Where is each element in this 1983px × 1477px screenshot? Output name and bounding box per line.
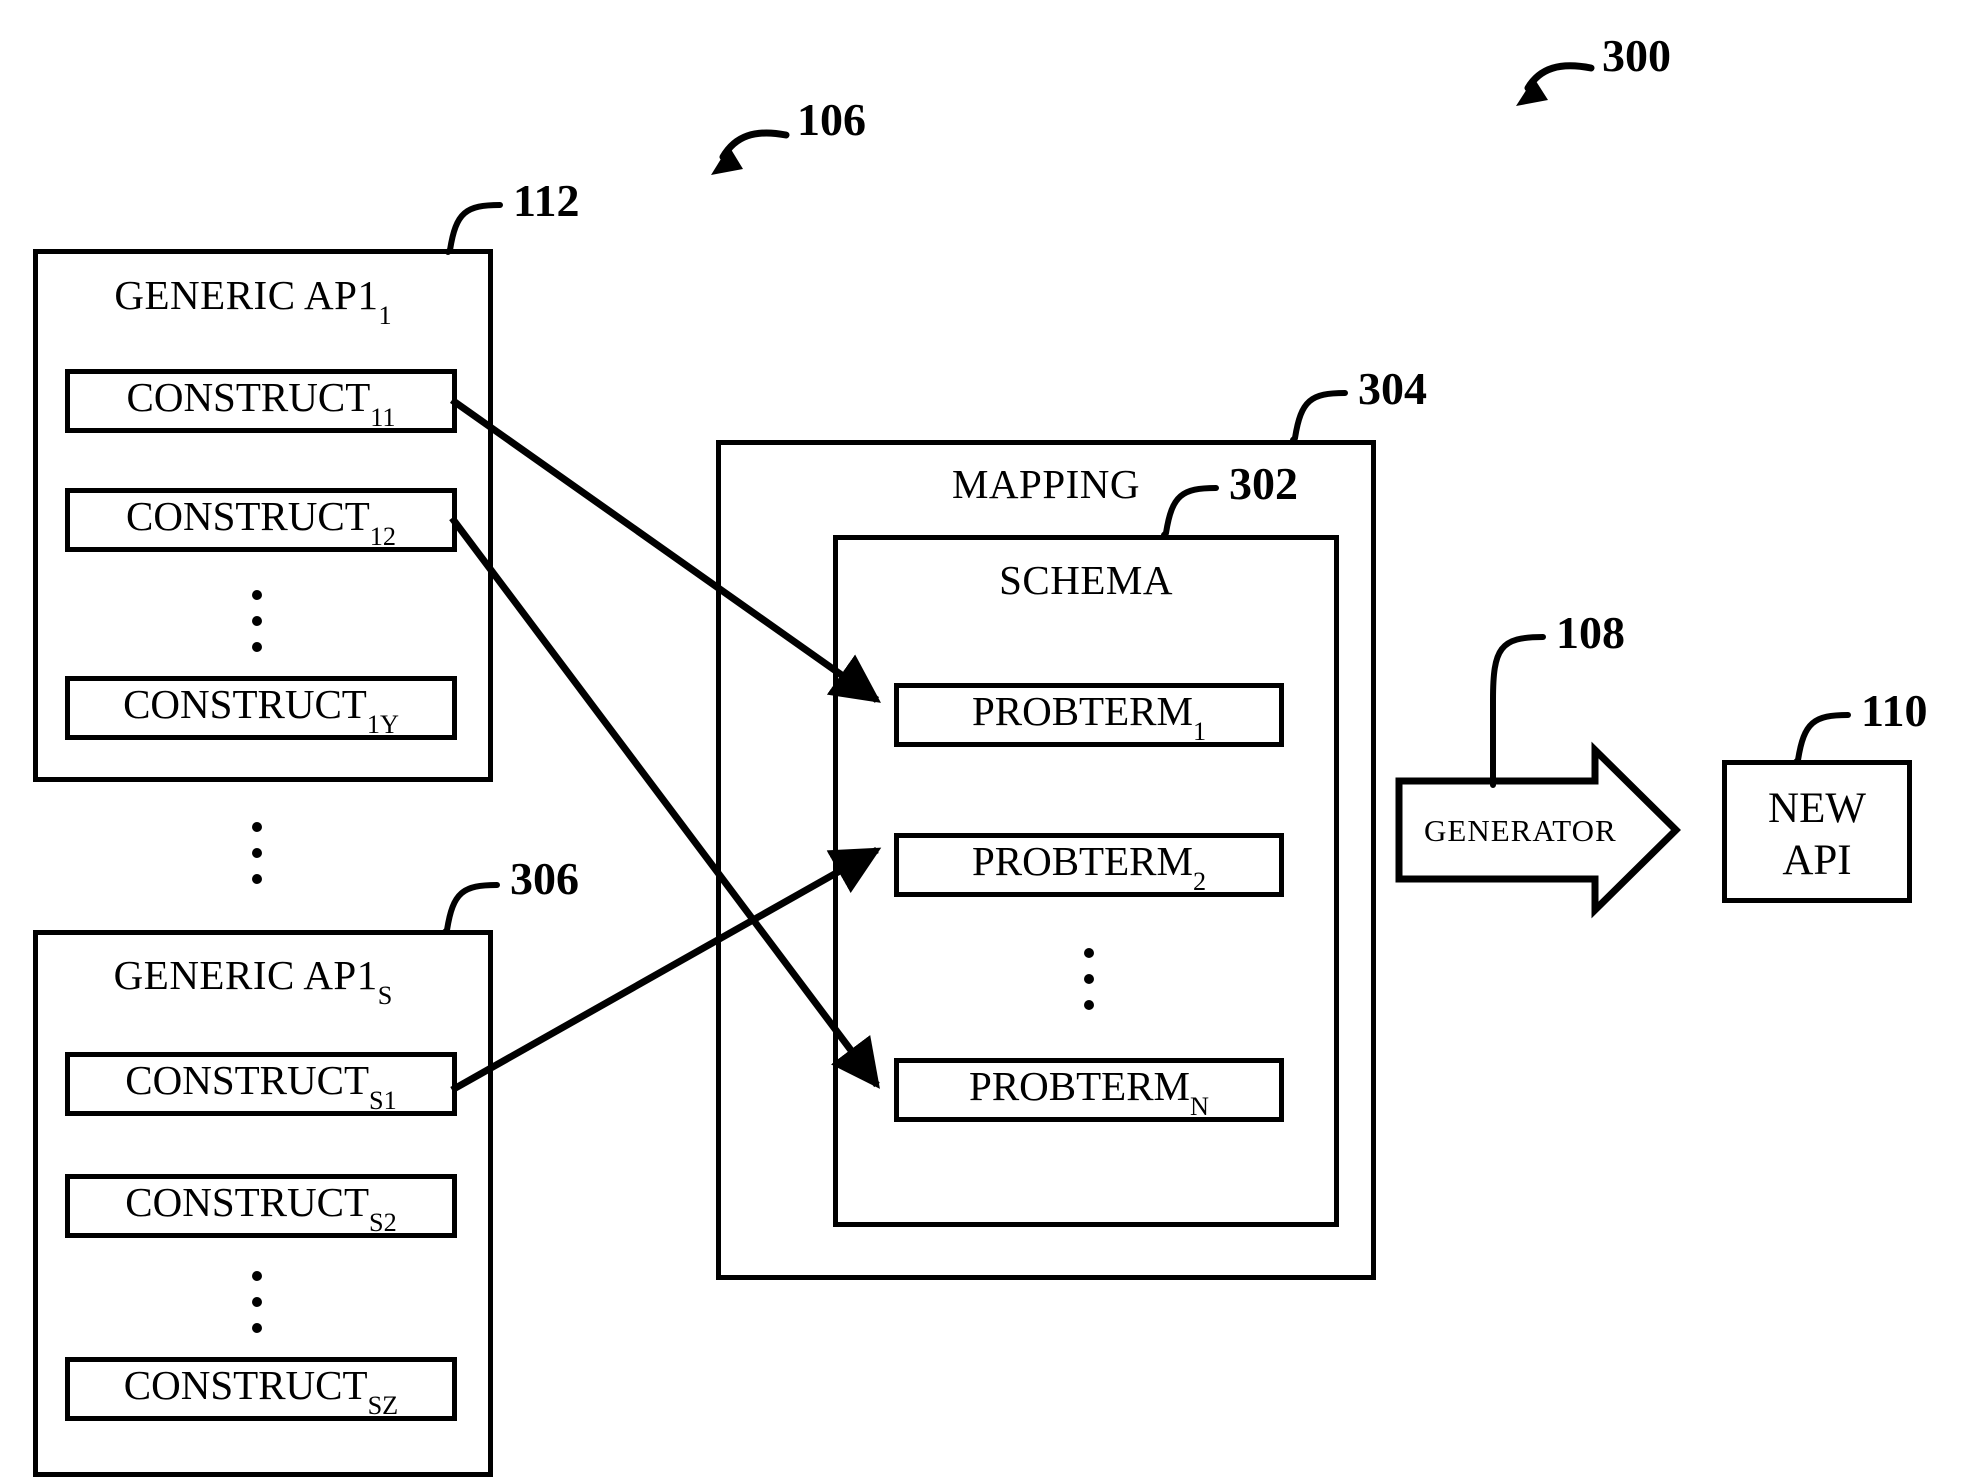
construct-S2-label: CONSTRUCTS2 — [125, 1178, 397, 1238]
leader-304 — [1290, 390, 1348, 443]
new-api-line-2: API — [1782, 837, 1852, 885]
construct-SZ-box[interactable]: CONSTRUCTSZ — [65, 1357, 457, 1421]
probterm-N-label: PROBTERMN — [969, 1062, 1209, 1122]
ref-304: 304 — [1358, 363, 1427, 414]
ref-112: 112 — [513, 175, 580, 226]
construct-12-label: CONSTRUCT12 — [126, 492, 396, 552]
construct-11-box[interactable]: CONSTRUCT11 — [65, 369, 457, 433]
schema-title: SCHEMA — [999, 557, 1173, 603]
construct-ellipsis-api1 — [252, 590, 262, 652]
generic-api-s-title-text: GENERIC AP1 — [113, 952, 378, 998]
construct-S1-label: CONSTRUCTS1 — [125, 1056, 397, 1116]
probterm-2-box[interactable]: PROBTERM2 — [894, 833, 1284, 897]
mapping-title: MAPPING — [951, 461, 1141, 507]
ref-106: 106 — [797, 94, 866, 145]
generic-api-s-title: GENERIC AP1S — [33, 952, 473, 1010]
generator-label: GENERATOR — [1424, 813, 1617, 848]
construct-1Y-label: CONSTRUCT1Y — [123, 680, 399, 740]
construct-11-label: CONSTRUCT11 — [126, 373, 396, 433]
leader-112 — [445, 202, 503, 255]
generic-api-1-title-subscript: 1 — [378, 301, 392, 331]
construct-12-box[interactable]: CONSTRUCT12 — [65, 488, 457, 552]
construct-SZ-label: CONSTRUCTSZ — [123, 1361, 399, 1421]
construct-S2-box[interactable]: CONSTRUCTS2 — [65, 1174, 457, 1238]
ref-110: 110 — [1861, 685, 1928, 736]
probterm-ellipsis — [1084, 948, 1094, 1010]
ref-306: 306 — [510, 853, 579, 904]
probterm-1-box[interactable]: PROBTERM1 — [894, 683, 1284, 747]
leader-108 — [1490, 634, 1546, 788]
ref-300: 300 — [1602, 30, 1671, 81]
probterm-1-label: PROBTERM1 — [971, 687, 1207, 747]
construct-ellipsis-apiS — [252, 1271, 262, 1333]
patent-figure-300: 300 106 112 306 304 302 108 110 GENERIC … — [0, 0, 1983, 1477]
leader-300 — [1516, 62, 1595, 106]
generic-api-s-title-subscript: S — [377, 981, 393, 1011]
ref-108: 108 — [1556, 607, 1625, 658]
generic-api-1-title-text: GENERIC AP1 — [114, 272, 379, 318]
leader-306 — [442, 882, 500, 935]
probterm-N-box[interactable]: PROBTERMN — [894, 1058, 1284, 1122]
probterm-2-label: PROBTERM2 — [971, 837, 1207, 897]
leader-110 — [1793, 712, 1851, 765]
new-api-line-1: NEW — [1768, 785, 1866, 832]
construct-S1-box[interactable]: CONSTRUCTS1 — [65, 1052, 457, 1116]
generic-api-1-title: GENERIC AP11 — [33, 272, 473, 330]
construct-1Y-box[interactable]: CONSTRUCT1Y — [65, 676, 457, 740]
api-group-ellipsis — [252, 822, 262, 884]
new-api-label: NEW API — [1722, 783, 1912, 888]
leader-106 — [711, 129, 790, 175]
